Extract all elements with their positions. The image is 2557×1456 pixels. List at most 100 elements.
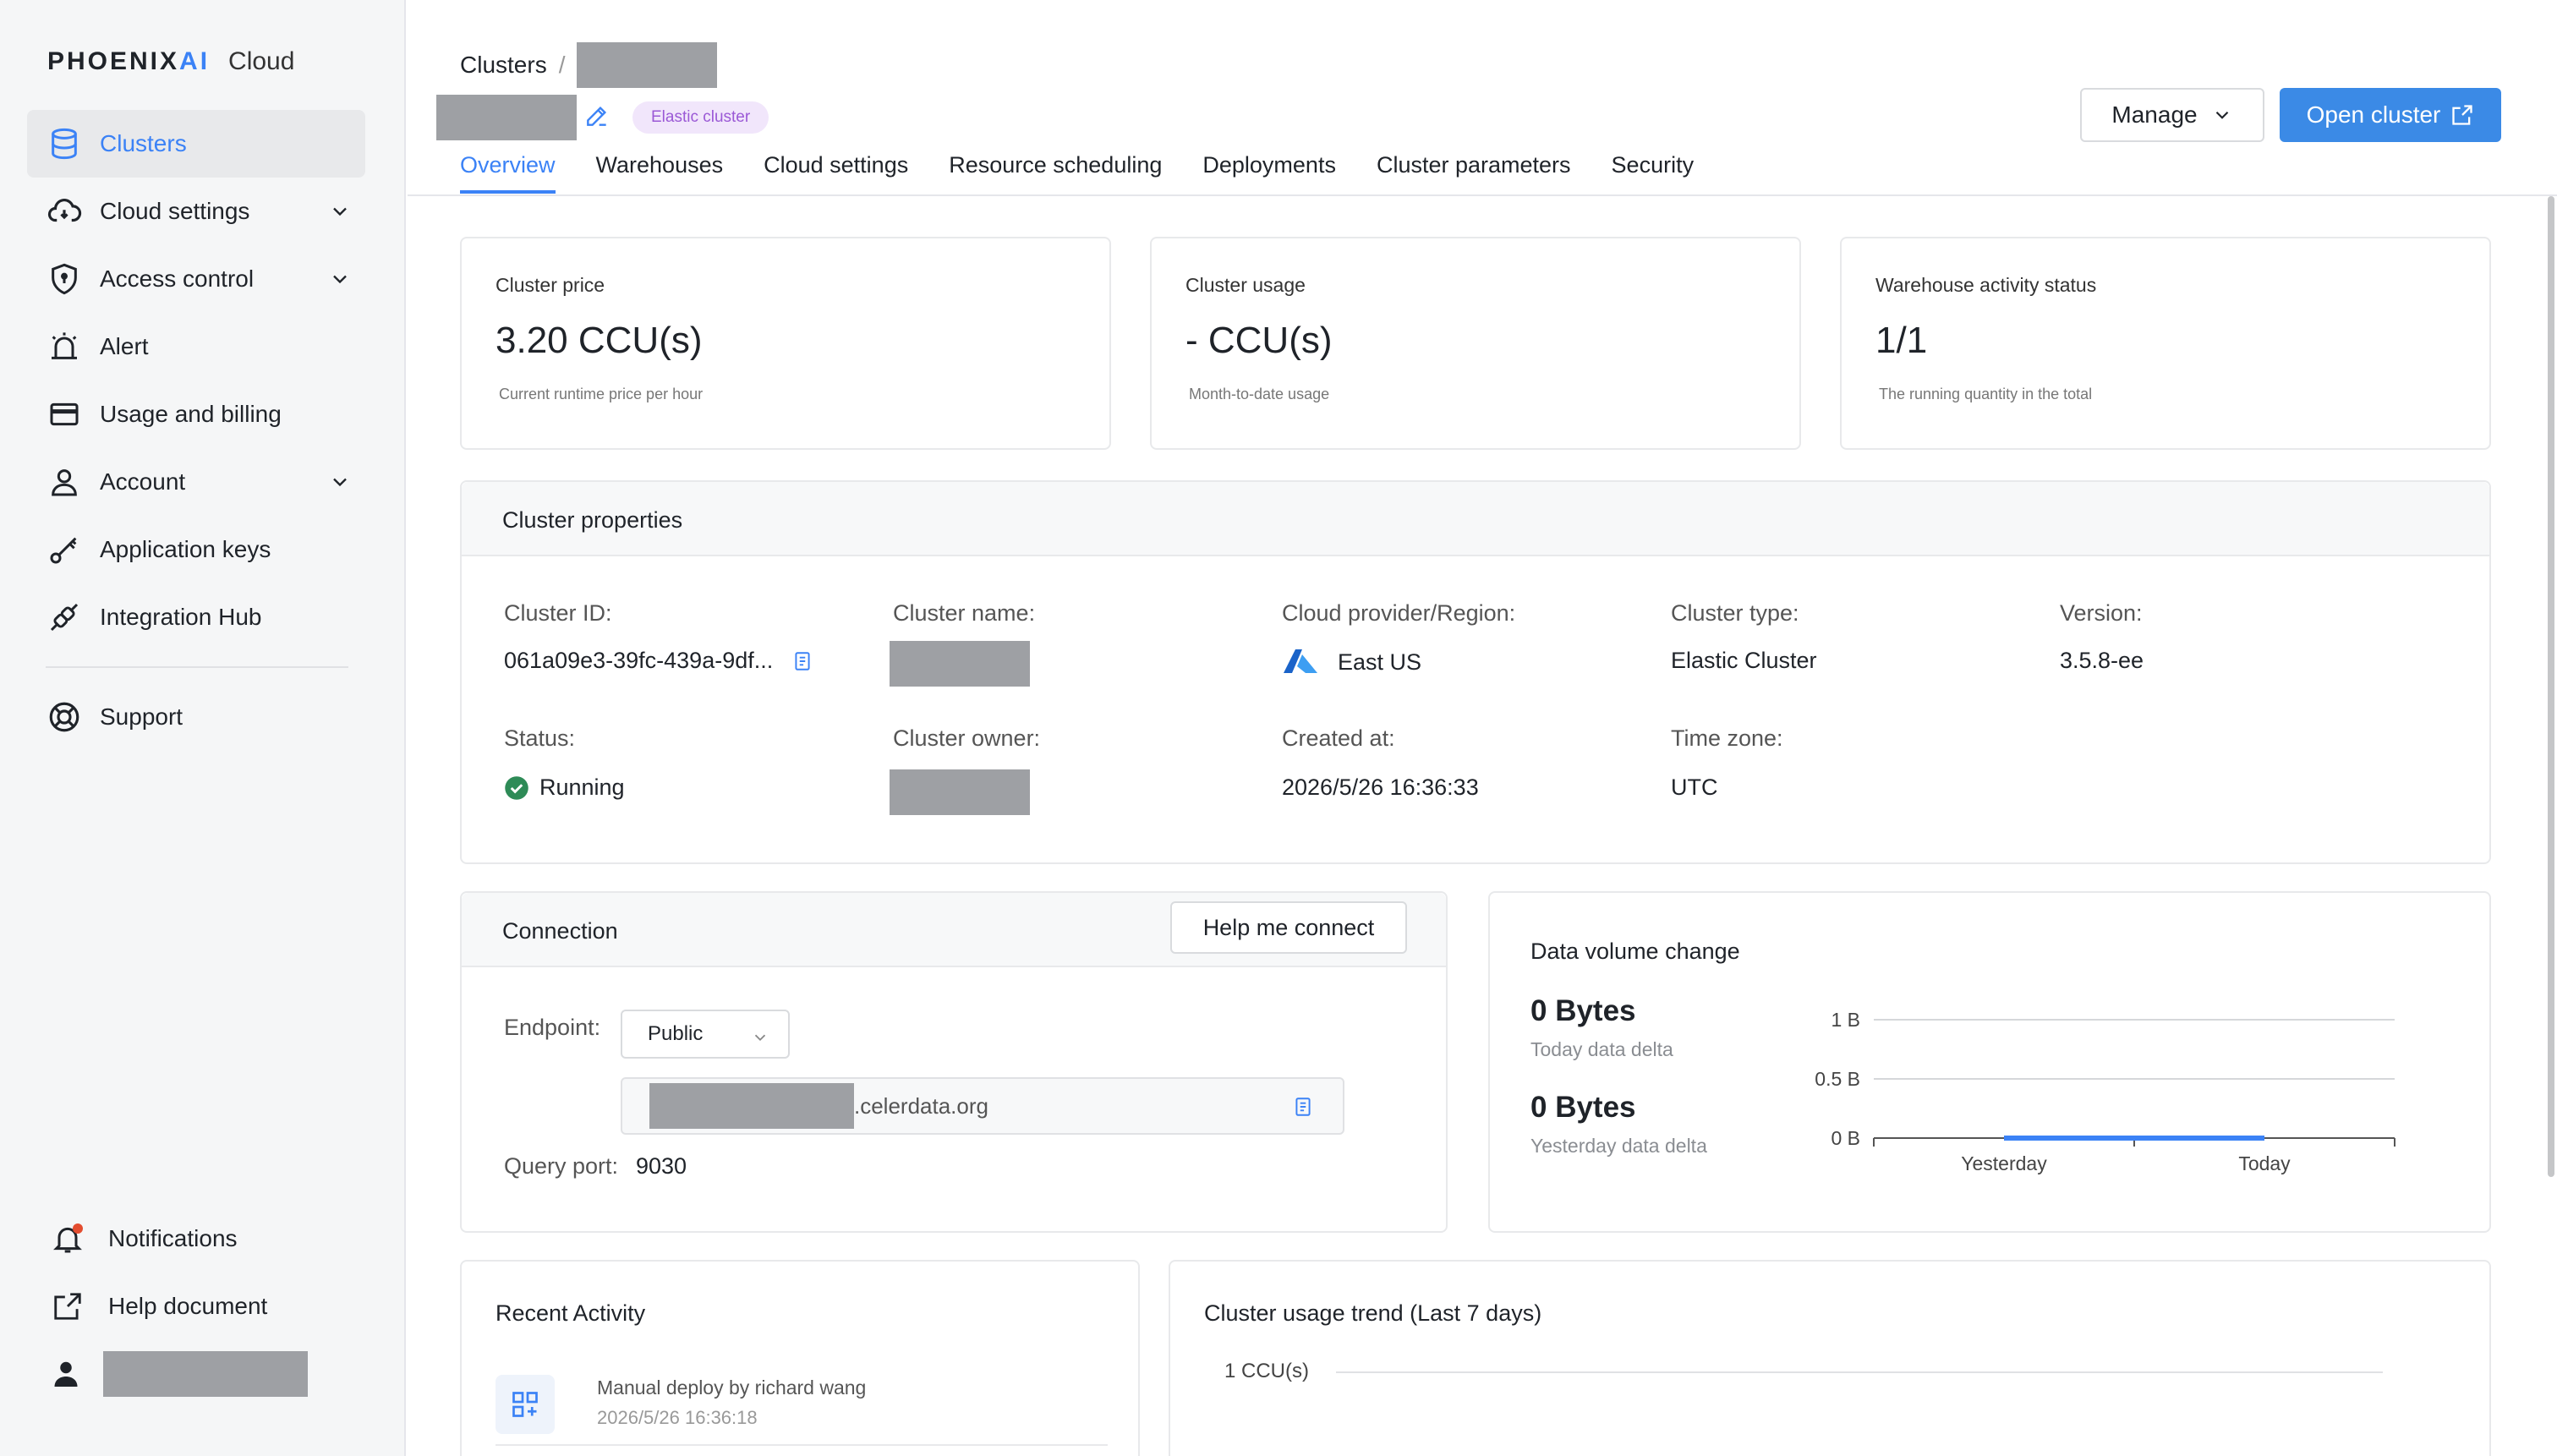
chevron-down-icon <box>2215 111 2228 119</box>
credit-card-icon <box>46 396 83 433</box>
tab-resource-scheduling[interactable]: Resource scheduling <box>949 152 1162 194</box>
breadcrumb: Clusters / <box>460 42 718 88</box>
breadcrumb-separator: / <box>558 52 566 78</box>
page-title-redacted <box>436 95 577 140</box>
sidebar-item-label: Alert <box>100 333 149 359</box>
x-tick-label: Today <box>2238 1152 2291 1174</box>
y-tick-label: 1 CCU(s) <box>1224 1360 1309 1382</box>
y-tick-label: 1 B <box>1831 1009 1860 1031</box>
sidebar-item-usage-billing[interactable]: Usage and billing <box>27 380 365 448</box>
chevron-down-icon <box>333 207 347 216</box>
sidebar-bottom: Notifications Help document <box>34 1205 372 1408</box>
chevron-down-icon <box>333 275 347 284</box>
bell-icon <box>49 1220 86 1257</box>
sidebar-item-clusters[interactable]: Clusters <box>27 110 365 178</box>
tab-overview[interactable]: Overview <box>460 152 556 194</box>
version-value: 3.5.8-ee <box>2060 648 2144 673</box>
deploy-icon <box>496 1375 555 1434</box>
main-content: Clusters / Elastic cluster Manage Open c… <box>408 0 2557 1456</box>
scrollbar-thumb[interactable] <box>2548 196 2554 1177</box>
database-icon <box>46 125 83 162</box>
sidebar-item-account[interactable]: Account <box>27 448 365 516</box>
created-at-value: 2026/5/26 16:36:33 <box>1282 775 1479 800</box>
sidebar-item-application-keys[interactable]: Application keys <box>27 516 365 583</box>
stat-description: The running quantity in the total <box>1879 386 2093 402</box>
stat-label: Cluster usage <box>1185 274 1306 296</box>
yesterday-delta-value: 0 Bytes <box>1530 1091 1636 1124</box>
user-menu[interactable] <box>34 1340 372 1408</box>
manage-button[interactable]: Manage <box>2080 88 2264 142</box>
endpoint-type-value: Public <box>648 1022 704 1045</box>
sidebar-item-integration-hub[interactable]: Integration Hub <box>27 583 365 651</box>
stat-description: Current runtime price per hour <box>499 386 704 402</box>
sidebar-item-access-control[interactable]: Access control <box>27 245 365 313</box>
sidebar-item-label: Clusters <box>100 130 187 156</box>
help-document-link[interactable]: Help document <box>34 1273 372 1340</box>
tab-bar: Overview Warehouses Cloud settings Resou… <box>460 152 1734 194</box>
logo[interactable]: PHOENIXAI Cloud <box>47 47 294 76</box>
user-icon <box>46 463 83 501</box>
help-document-label: Help document <box>108 1293 268 1319</box>
tab-cluster-parameters[interactable]: Cluster parameters <box>1377 152 1571 194</box>
cluster-id-value: 061a09e3-39fc-439a-9df... <box>504 648 774 673</box>
cluster-owner-label: Cluster owner: <box>893 725 1041 751</box>
page-title-row: Elastic cluster <box>436 95 769 140</box>
stat-label: Cluster price <box>496 274 605 296</box>
tab-security[interactable]: Security <box>1612 152 1695 194</box>
card-header: Cluster properties <box>462 482 2489 556</box>
stat-label: Warehouse activity status <box>1875 274 2097 296</box>
copy-icon[interactable] <box>1292 1096 1314 1118</box>
activity-time: 2026/5/26 16:36:18 <box>597 1407 758 1428</box>
logo-text: PHOENIX <box>47 47 180 75</box>
plug-icon <box>46 599 83 636</box>
stat-card-warehouse-status: Warehouse activity status 1/1 The runnin… <box>1840 237 2491 450</box>
endpoint-domain: .celerdata.org <box>854 1092 988 1119</box>
breadcrumb-clusters-link[interactable]: Clusters <box>460 52 547 79</box>
status-row: Running <box>504 775 625 801</box>
copy-icon[interactable] <box>791 650 813 672</box>
cluster-owner-redacted <box>890 769 1030 815</box>
cluster-type-badge: Elastic cluster <box>632 101 769 134</box>
y-tick-label: 0.5 B <box>1815 1068 1860 1090</box>
sidebar-item-label: Account <box>100 468 186 495</box>
tab-cloud-settings[interactable]: Cloud settings <box>764 152 908 194</box>
key-icon <box>46 531 83 568</box>
sidebar-item-label: Application keys <box>100 536 271 562</box>
today-delta-value: 0 Bytes <box>1530 994 1636 1027</box>
header-actions: Manage Open cluster <box>2080 88 2501 142</box>
help-me-connect-button[interactable]: Help me connect <box>1170 901 1407 954</box>
cloud-provider-label: Cloud provider/Region: <box>1282 600 1516 626</box>
scrollbar[interactable] <box>2545 196 2557 1456</box>
stat-card-cluster-price: Cluster price 3.20 CCU(s) Current runtim… <box>460 237 1111 450</box>
open-cluster-button[interactable]: Open cluster <box>2280 88 2501 142</box>
activity-item[interactable]: Manual deploy by richard wang 2026/5/26 … <box>496 1368 1108 1446</box>
notifications-button[interactable]: Notifications <box>34 1205 372 1273</box>
sidebar-item-alert[interactable]: Alert <box>27 313 365 380</box>
sidebar-item-label: Access control <box>100 265 255 292</box>
sidebar: PHOENIXAI Cloud Clusters Cloud settings … <box>0 0 406 1456</box>
open-cluster-label: Open cluster <box>2306 101 2441 128</box>
sidebar-item-cloud-settings[interactable]: Cloud settings <box>27 178 365 245</box>
time-zone-value: UTC <box>1671 775 1718 800</box>
usage-trend-card: Cluster usage trend (Last 7 days) 1 CCU(… <box>1169 1260 2491 1456</box>
sidebar-item-support[interactable]: Support <box>27 683 365 751</box>
stat-value: 3.20 CCU(s) <box>496 320 703 361</box>
cluster-id-label: Cluster ID: <box>504 600 612 626</box>
azure-icon <box>1280 648 1319 676</box>
tab-warehouses[interactable]: Warehouses <box>596 152 724 194</box>
cloud-sync-icon <box>46 193 83 230</box>
logo-cloud-label: Cloud <box>228 47 295 75</box>
gridline <box>1336 1371 2383 1373</box>
y-tick-label: 0 B <box>1831 1127 1860 1149</box>
edit-icon[interactable] <box>583 102 611 134</box>
today-delta-label: Today data delta <box>1530 1038 1673 1060</box>
card-header: Connection Help me connect <box>462 893 1446 967</box>
endpoint-type-select[interactable]: Public <box>621 1010 790 1059</box>
breadcrumb-cluster-name-redacted <box>577 42 718 88</box>
card-title: Data volume change <box>1530 939 1740 964</box>
chevron-down-icon <box>754 1034 766 1042</box>
tab-deployments[interactable]: Deployments <box>1202 152 1336 194</box>
recent-activity-card: Recent Activity Manual deploy by richard… <box>460 1260 1140 1456</box>
lifebuoy-icon <box>46 698 83 736</box>
cluster-type-label: Cluster type: <box>1671 600 1799 626</box>
